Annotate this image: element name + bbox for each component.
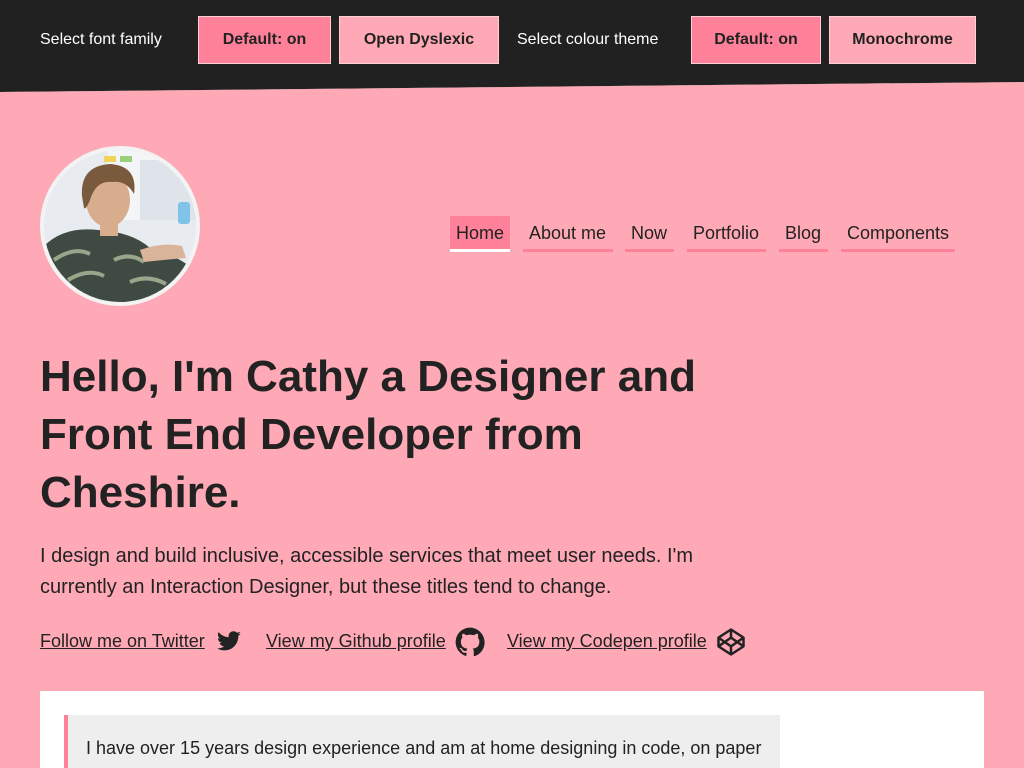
colour-theme-label: Select colour theme <box>517 31 659 48</box>
avatar <box>40 146 200 306</box>
intro-text: I design and build inclusive, accessible… <box>40 545 694 598</box>
twitter-icon[interactable] <box>216 626 242 656</box>
font-open-dyslexic-button[interactable]: Open Dyslexic <box>339 16 499 64</box>
theme-monochrome-button[interactable]: Monochrome <box>829 16 976 64</box>
social-github: View my Github profile <box>266 626 491 660</box>
nav-components[interactable]: Components <box>841 216 955 252</box>
experience-quote: I have over 15 years design experience a… <box>64 715 780 768</box>
nav-blog[interactable]: Blog <box>779 216 828 252</box>
twitter-link[interactable]: Follow me on Twitter <box>40 631 205 652</box>
social-twitter: Follow me on Twitter <box>40 626 250 660</box>
theme-default-button[interactable]: Default: on <box>691 16 821 64</box>
github-icon[interactable] <box>455 626 485 658</box>
profile-photo <box>44 150 196 302</box>
nav-now[interactable]: Now <box>625 216 674 252</box>
toolbar-background: Select font family Default: on Open Dysl… <box>0 0 1024 92</box>
nav-portfolio[interactable]: Portfolio <box>687 216 766 252</box>
codepen-link[interactable]: View my Codepen profile <box>507 631 707 652</box>
social-codepen: View my Codepen profile <box>507 626 752 660</box>
page-title: Hello, I'm Cathy a Designer and Front En… <box>40 352 696 517</box>
font-default-button[interactable]: Default: on <box>198 16 331 64</box>
font-family-label: Select font family <box>40 31 162 48</box>
codepen-icon[interactable] <box>716 626 746 658</box>
nav-home[interactable]: Home <box>450 216 510 252</box>
intro-card: I have over 15 years design experience a… <box>40 691 984 768</box>
github-link[interactable]: View my Github profile <box>266 631 446 652</box>
nav-about-me[interactable]: About me <box>523 216 613 252</box>
